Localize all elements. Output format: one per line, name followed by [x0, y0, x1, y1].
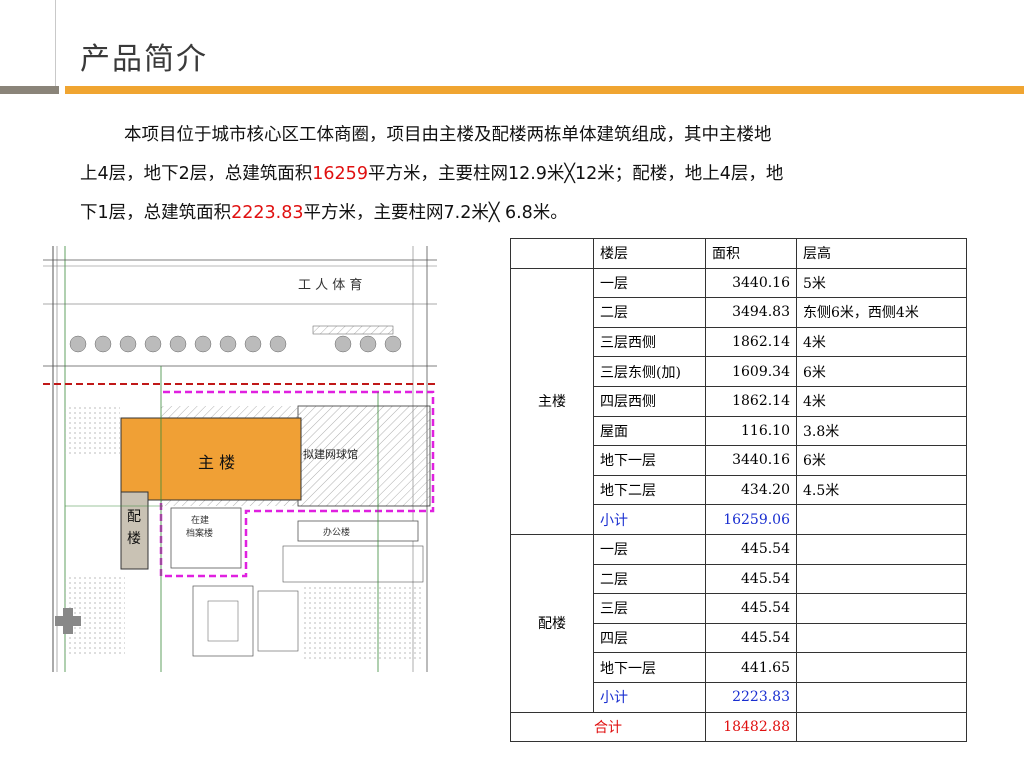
main-building-label: 主 楼	[198, 453, 235, 472]
height-cell: 东侧6米，西侧4米	[796, 297, 967, 328]
intro-line-1: 本项目位于城市核心区工体商圈，项目由主楼及配楼两栋单体建筑组成，其中主楼地	[124, 125, 772, 145]
table-header-row: 楼层 面积 层高	[510, 238, 967, 269]
intro-line-2: 上4层，地下2层，总建筑面积16259平方米，主要柱网12.9米╳12米；配楼，…	[80, 164, 784, 184]
table-row: 配楼 一层 445.54	[510, 533, 967, 713]
subtotal-label: 小计	[593, 681, 706, 713]
floor-cell: 四层西侧	[593, 385, 706, 417]
height-cell: 3.8米	[796, 415, 967, 447]
main-area-highlight: 16259	[312, 164, 368, 184]
area-cell: 116.10	[705, 415, 797, 447]
height-cell: 4.5米	[796, 474, 967, 506]
floor-cell: 三层	[593, 593, 706, 624]
area-cell: 1862.14	[705, 326, 797, 358]
intro-paragraph: 本项目位于城市核心区工体商圈，项目由主楼及配楼两栋单体建筑组成，其中主楼地 上4…	[80, 116, 940, 233]
height-cell	[796, 622, 967, 654]
area-cell: 445.54	[705, 622, 797, 654]
total-label: 合计	[510, 711, 706, 743]
floor-cell: 屋面	[593, 415, 706, 447]
floor-cell: 二层	[593, 563, 706, 595]
subtotal-area: 2223.83	[705, 681, 797, 713]
floor-cell: 三层西侧	[593, 326, 706, 358]
floor-cell: 三层东侧(加)	[593, 356, 706, 387]
floor-cell: 地下二层	[593, 474, 706, 506]
header-bar-gray	[0, 86, 59, 94]
table-row: 主楼 一层 3440.16 5米	[510, 267, 967, 535]
height-cell	[796, 652, 967, 683]
area-cell: 3494.83	[705, 297, 797, 328]
height-cell	[796, 593, 967, 624]
height-cell: 6米	[796, 445, 967, 476]
plan-office-label: 办公楼	[323, 526, 350, 538]
height-cell: 4米	[796, 326, 967, 358]
plan-right-label: 拟建网球馆	[303, 447, 358, 461]
area-cell: 1609.34	[705, 356, 797, 387]
site-plan: 工 人 体 育 拟建网球馆 主 楼 配楼 在建 档案楼 办公楼	[43, 246, 437, 672]
height-cell	[796, 533, 967, 565]
plan-small-label-2: 档案楼	[186, 527, 213, 539]
area-cell: 445.54	[705, 533, 797, 565]
page-title: 产品简介	[80, 42, 208, 77]
height-cell: 4米	[796, 385, 967, 417]
title-divider-line	[55, 0, 56, 93]
group-label-main: 主楼	[510, 267, 594, 535]
floor-cell: 地下一层	[593, 445, 706, 476]
group-label-annex: 配楼	[510, 533, 594, 713]
plan-top-label: 工 人 体 育	[298, 277, 362, 293]
empty-cell	[796, 504, 967, 535]
area-cell: 3440.16	[705, 445, 797, 476]
floor-cell: 一层	[593, 533, 706, 565]
area-cell: 445.54	[705, 593, 797, 624]
area-cell: 434.20	[705, 474, 797, 506]
height-cell	[796, 563, 967, 595]
floor-cell: 一层	[593, 267, 706, 299]
subtotal-area: 16259.06	[705, 504, 797, 535]
floor-cell: 二层	[593, 297, 706, 328]
table-header-cell: 面积	[705, 238, 797, 269]
table-header-cell	[510, 238, 594, 269]
area-cell: 445.54	[705, 563, 797, 595]
table-header-cell: 楼层	[593, 238, 706, 269]
subtotal-label: 小计	[593, 504, 706, 535]
intro-line-3: 下1层，总建筑面积2223.83平方米，主要柱网7.2米╳ 6.8米。	[80, 203, 568, 223]
table-row-total: 合计 18482.88	[510, 711, 967, 743]
plan-small-label-1: 在建	[191, 514, 209, 526]
area-cell: 3440.16	[705, 267, 797, 299]
empty-cell	[796, 711, 967, 743]
area-cell: 441.65	[705, 652, 797, 683]
floor-cell: 四层	[593, 622, 706, 654]
height-cell: 5米	[796, 267, 967, 299]
total-area: 18482.88	[705, 711, 797, 743]
height-cell: 6米	[796, 356, 967, 387]
area-table: 楼层 面积 层高 主楼 一层 3440.16 5米 二层 3494.83 东侧6米，西侧4米 三层西…	[510, 238, 967, 743]
table-header-cell: 层高	[796, 238, 967, 269]
floor-cell: 地下一层	[593, 652, 706, 683]
annex-area-highlight: 2223.83	[231, 203, 304, 223]
empty-cell	[796, 681, 967, 713]
area-cell: 1862.14	[705, 385, 797, 417]
header-bar-orange	[65, 86, 1024, 94]
